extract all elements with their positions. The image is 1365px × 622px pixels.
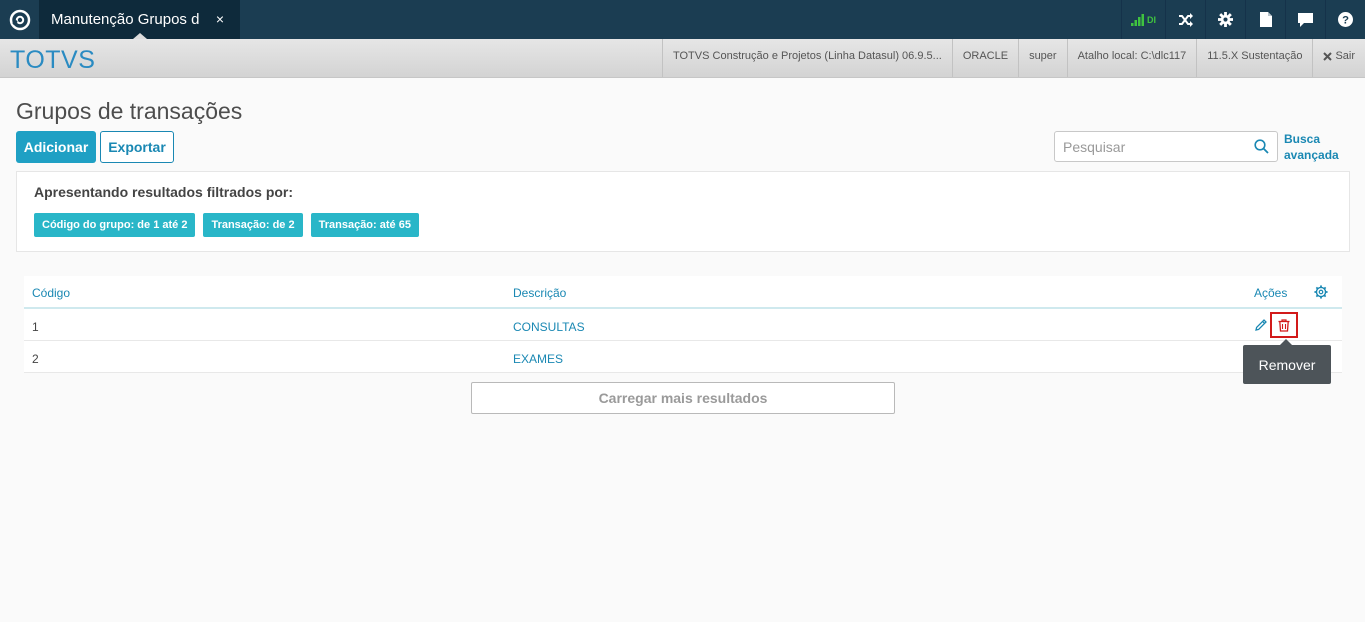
gear-icon [1218,12,1233,27]
signal-icon [1131,13,1144,26]
close-icon [1323,51,1333,61]
tab-close-icon[interactable]: × [216,11,224,27]
version-label: 11.5.X Sustentação [1196,39,1312,77]
filter-chip-transaction-from[interactable]: Transação: de 2 [203,213,303,237]
remove-tooltip: Remover [1243,345,1331,384]
help-icon: ? [1338,12,1353,27]
filter-chip-transaction-to[interactable]: Transação: até 65 [310,213,419,237]
edit-pencil-icon[interactable] [1254,318,1268,332]
user-name: super [1018,39,1067,77]
brand-logo: TOTVS [10,46,96,74]
top-icon-bar: DI ? [1121,0,1365,39]
column-header-code[interactable]: Código [32,286,70,300]
exit-button[interactable]: Sair [1312,39,1365,77]
filter-chips: Código do grupo: de 1 até 2 Transação: d… [34,213,419,237]
table-row[interactable]: 2 EXAMES [24,341,1342,373]
filter-panel: Apresentando resultados filtrados por: C… [16,171,1350,252]
column-header-description[interactable]: Descrição [513,286,566,300]
product-name: TOTVS Construção e Projetos (Linha Datas… [661,39,952,77]
table-row[interactable]: 1 CONSULTAS [24,309,1342,341]
page-title: Grupos de transações [16,98,243,124]
cell-code: 1 [32,320,39,334]
column-header-actions: Ações [1254,286,1288,300]
search-input[interactable] [1063,132,1243,161]
tab-manutencao-grupos[interactable]: Manutenção Grupos d × [39,0,240,39]
groups-table: Código Descrição Ações 1 CONSULTAS 2 EXA… [24,276,1342,373]
filter-title: Apresentando resultados filtrados por: [34,184,294,200]
top-bar: Manutenção Grupos d × DI ? [0,0,1365,39]
shuffle-icon [1178,12,1193,27]
load-more-button[interactable]: Carregar mais resultados [471,382,895,414]
help-button[interactable]: ? [1325,0,1365,39]
session-info: TOTVS Construção e Projetos (Linha Datas… [661,39,1365,77]
settings-button[interactable] [1205,0,1245,39]
advanced-search-link[interactable]: Busca avançada [1284,131,1354,163]
shuffle-button[interactable] [1165,0,1205,39]
local-shortcut: Atalho local: C:\dlc117 [1066,39,1197,77]
database-name: ORACLE [951,39,1018,77]
table-header: Código Descrição Ações [24,276,1342,309]
connection-signal[interactable]: DI [1121,0,1165,39]
document-icon [1259,12,1272,27]
filter-chip-group-code[interactable]: Código do grupo: de 1 até 2 [34,213,196,237]
cell-code: 2 [32,352,39,366]
remove-button[interactable] [1270,312,1298,338]
export-button[interactable]: Exportar [100,131,174,163]
table-settings-gear-icon[interactable] [1314,285,1328,299]
add-button[interactable]: Adicionar [16,131,96,163]
chat-icon [1298,12,1313,27]
document-button[interactable] [1245,0,1285,39]
signal-label: DI [1147,14,1156,25]
totvs-logo-icon[interactable] [0,0,39,39]
search-icon[interactable] [1254,139,1269,154]
sub-header: TOTVS TOTVS Construção e Projetos (Linha… [0,39,1365,78]
cell-description-link[interactable]: EXAMES [513,352,563,366]
exit-label: Sair [1335,50,1355,62]
tab-title: Manutenção Grupos d [51,11,200,28]
trash-icon [1278,318,1290,332]
search-box [1054,131,1278,162]
svg-text:?: ? [1342,15,1349,27]
chat-button[interactable] [1285,0,1325,39]
cell-description-link[interactable]: CONSULTAS [513,320,585,334]
